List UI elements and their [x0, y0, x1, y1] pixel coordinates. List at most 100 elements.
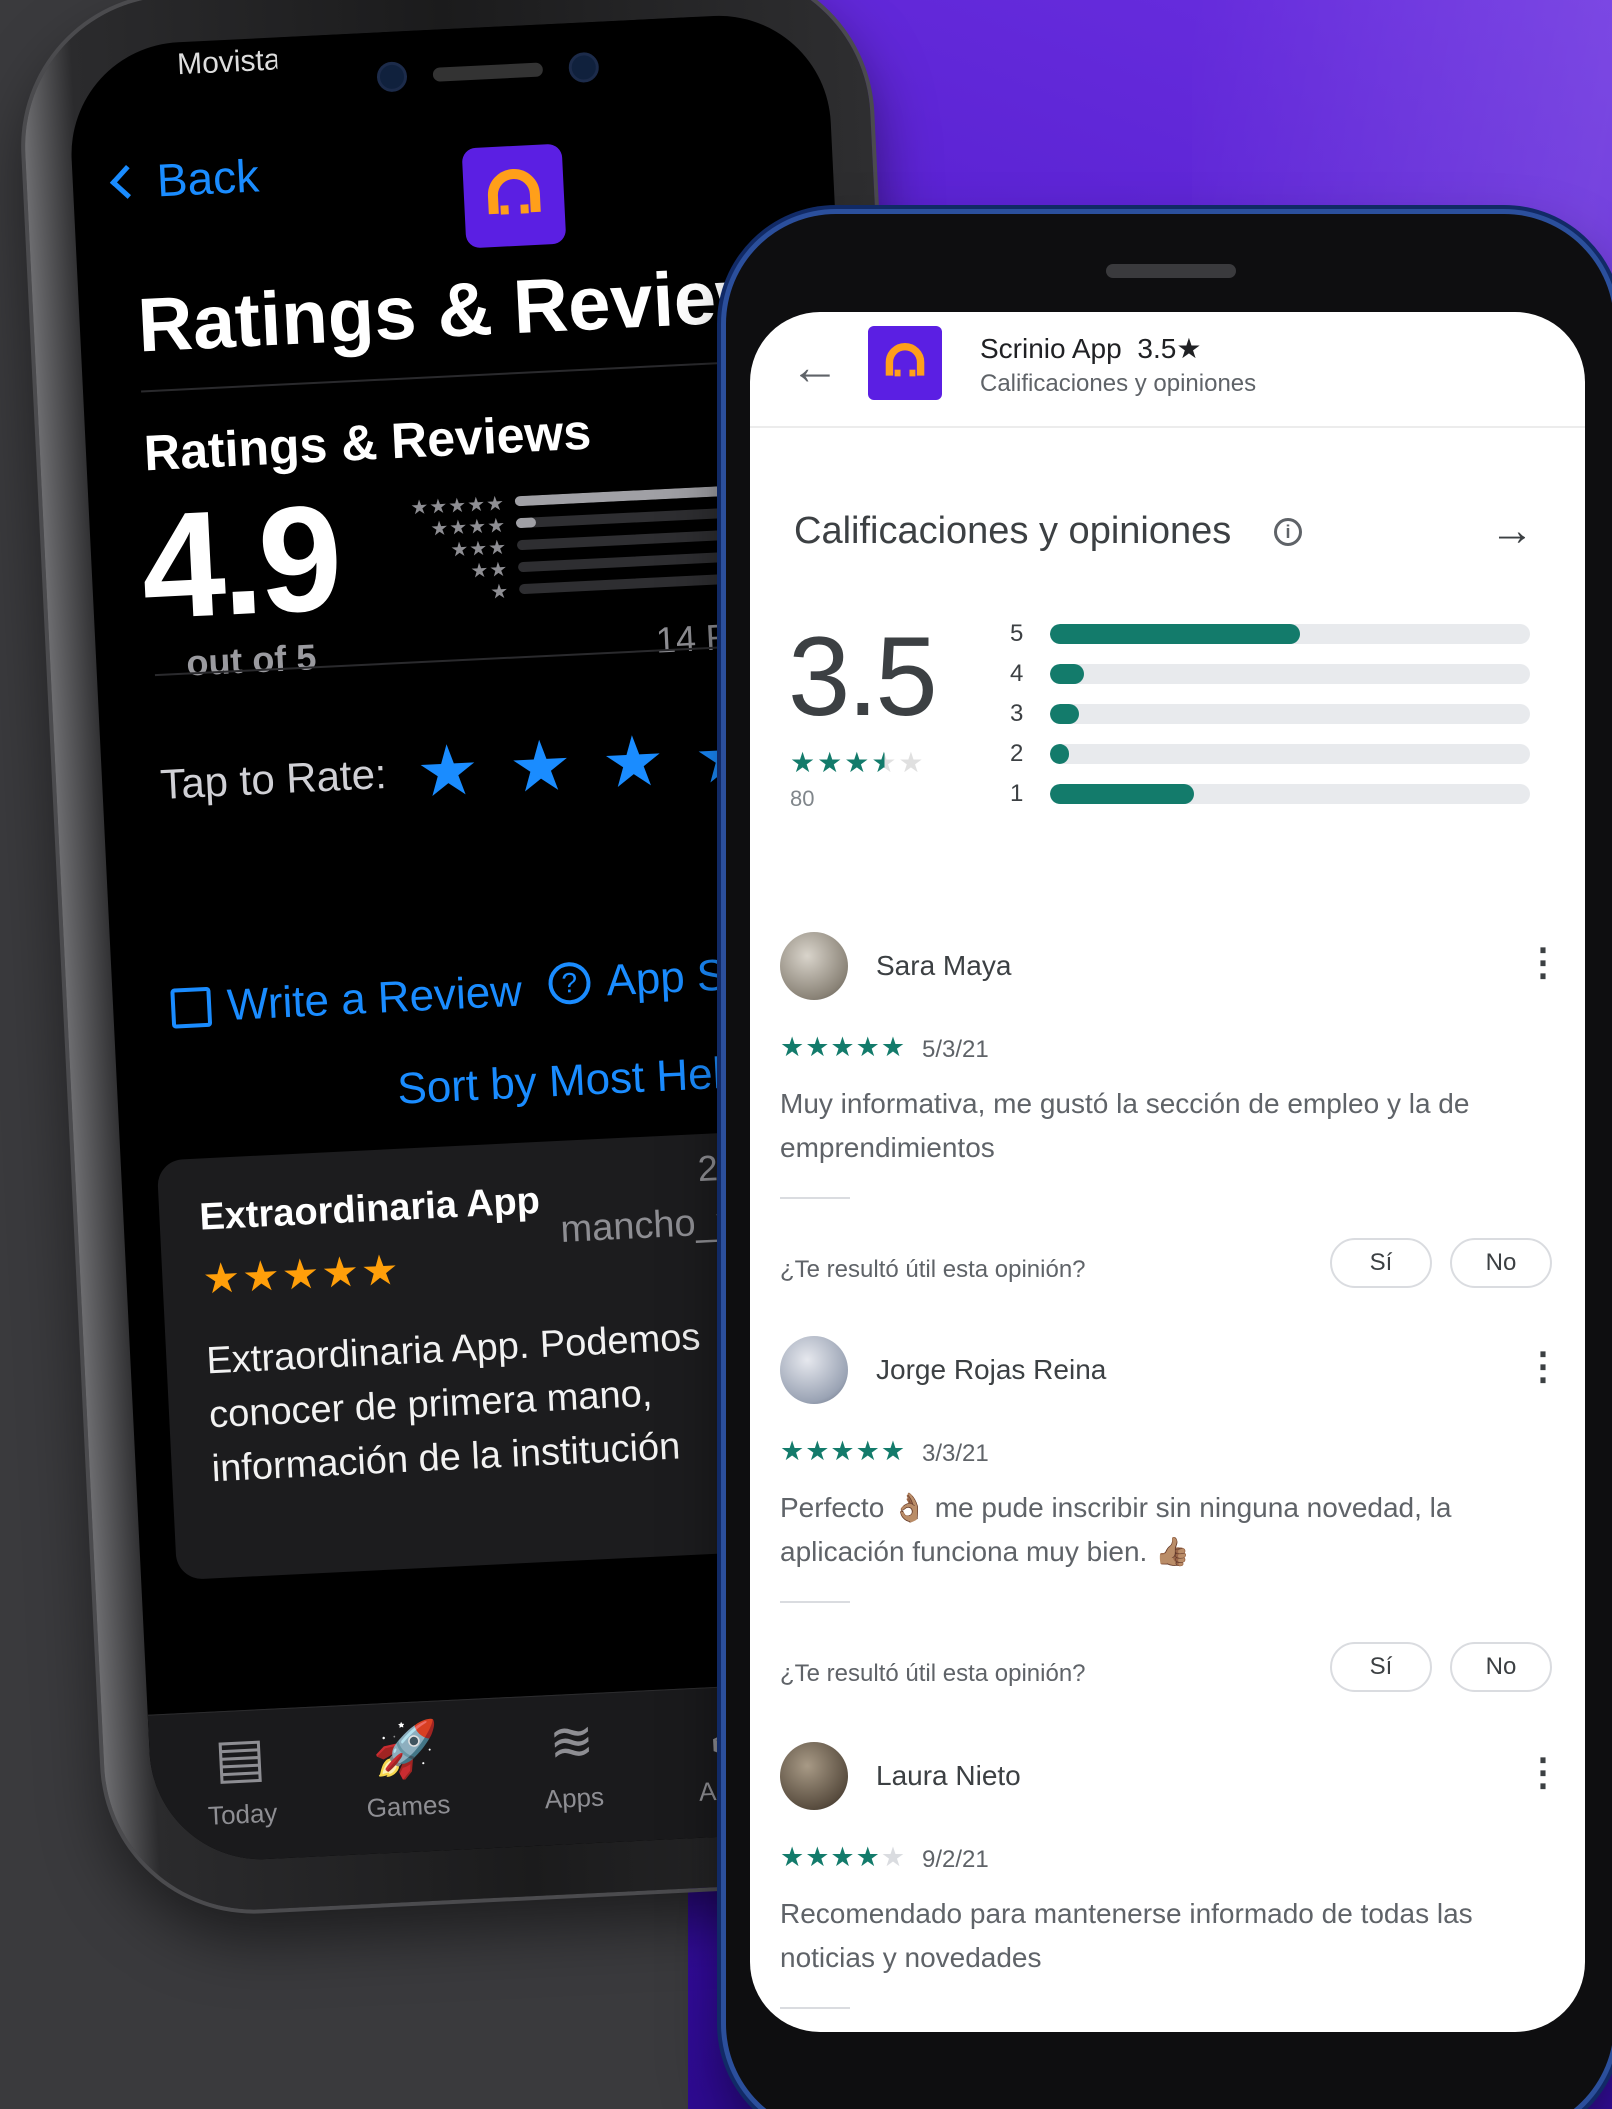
question-icon: ? [547, 961, 592, 1006]
divider [780, 1601, 850, 1603]
page-title: Ratings & Reviews [135, 250, 820, 369]
rate-star-3-icon[interactable]: ★ [600, 721, 667, 802]
review-date: 3/3/21 [922, 1440, 989, 1467]
chevron-left-icon [109, 164, 144, 199]
tab-today[interactable]: ▤ Today [179, 1726, 305, 1863]
rate-star-1-icon[interactable]: ★ [415, 730, 482, 811]
filled-stars: ★★★ [790, 747, 872, 778]
review-text: Perfecto 👌🏽 me pude inscribir sin ningun… [780, 1492, 1452, 1567]
review-stars: ★★★★★ [780, 1842, 906, 1873]
bar-label: 4 [1010, 660, 1024, 687]
star-rows: ★★★★★ ★★★★ ★★★ ★★ ★ [395, 493, 510, 608]
sensor-icon [568, 51, 600, 84]
review-body: Extraordinaria App. Podemos conocer de p… [205, 1316, 702, 1491]
helpful-question: ¿Te resultó útil esta opinión? [780, 1660, 1086, 1687]
notch [275, 16, 700, 128]
bar-label: 3 [1010, 700, 1024, 727]
carrier-label: Movista [176, 43, 282, 82]
bar-fill [1050, 704, 1079, 724]
bar-fill [1050, 624, 1300, 644]
tab-label: Apps [543, 1781, 605, 1815]
divider [780, 1197, 850, 1199]
bar-track [1050, 744, 1530, 764]
average-rating: 4.9 [137, 473, 343, 651]
average-stars: ★★★★★ [790, 746, 926, 779]
earpiece-speaker [432, 62, 544, 82]
today-icon: ▤ [213, 1727, 267, 1790]
more-vert-icon[interactable]: ⋮ [1524, 1754, 1562, 1792]
tap-to-rate-label: Tap to Rate: [159, 749, 388, 808]
app-name: Scrinio App [980, 333, 1122, 364]
apps-stack-icon: ≋ [547, 1710, 596, 1774]
review-date: 5/3/21 [922, 1036, 989, 1063]
more-vert-icon[interactable]: ⋮ [1524, 944, 1562, 982]
avatar [780, 1742, 848, 1810]
bar-track [1050, 624, 1530, 644]
bar-label: 1 [1010, 780, 1024, 807]
bar-label: 5 [1010, 620, 1024, 647]
bar-row: 5 [1010, 614, 1530, 654]
compose-icon [170, 986, 213, 1029]
scrinio-logo-icon [885, 343, 925, 377]
scrinio-logo-icon [487, 169, 541, 215]
bar-label: 2 [1010, 740, 1024, 767]
bar-fill [1050, 664, 1084, 684]
review-stars: ★★★★★ [780, 1032, 906, 1063]
rating-count: 80 [790, 786, 815, 811]
header-rating: 3.5★ [1137, 333, 1202, 364]
bar-row: 2 [1010, 734, 1530, 774]
helpful-yes-button[interactable]: Sí [1330, 1238, 1432, 1288]
tab-apps[interactable]: ≋ Apps [510, 1710, 636, 1847]
review-item: Sara Maya ⋮ ★★★★★ 5/3/21 Muy informativa… [750, 932, 1585, 1332]
tab-games[interactable]: 🚀 Games [344, 1718, 470, 1855]
review-item: Jorge Rojas Reina ⋮ ★★★★★ 3/3/21 Perfect… [750, 1336, 1585, 1736]
top-app-bar: ← Scrinio App 3.5★ Calificaciones y opin… [750, 312, 1585, 428]
bar-fill [1050, 784, 1194, 804]
empty-star: ★ [898, 747, 926, 778]
write-review-label: Write a Review [225, 966, 524, 1030]
out-of-label: out of 5 [185, 636, 318, 684]
helpful-no-button[interactable]: No [1450, 1238, 1552, 1288]
filled-stars: ★★★★★ [780, 1032, 907, 1062]
helpful-no-button[interactable]: No [1450, 1642, 1552, 1692]
tab-label: Today [207, 1797, 279, 1831]
write-review-button[interactable]: Write a Review [170, 967, 523, 1034]
filled-stars: ★★★★★ [780, 1436, 907, 1466]
review-date: 9/2/21 [922, 1846, 989, 1873]
reviewer-name: Jorge Rojas Reina [876, 1354, 1107, 1385]
back-arrow-icon[interactable]: ← [790, 342, 840, 392]
review-item: Laura Nieto ⋮ ★★★★★ 9/2/21 Recomendado p… [750, 1742, 1585, 2032]
sort-button[interactable]: Sort by Most Helpf [396, 1047, 760, 1115]
tab-label: Games [365, 1789, 452, 1824]
app-title: Scrinio App 3.5★ [980, 332, 1201, 365]
average-rating: 3.5 [788, 614, 938, 739]
info-icon[interactable]: i [1274, 518, 1302, 546]
reviewer-name: Sara Maya [876, 950, 1012, 981]
rating-distribution: 5 4 3 2 1 [1010, 614, 1530, 814]
app-icon [461, 143, 567, 249]
android-device: ← Scrinio App 3.5★ Calificaciones y opin… [726, 214, 1612, 2109]
back-button[interactable]: Back [109, 148, 261, 209]
bar-row: 3 [1010, 694, 1530, 734]
more-vert-icon[interactable]: ⋮ [1524, 1348, 1562, 1386]
bar-row: 1 [1010, 774, 1530, 814]
section-title: Calificaciones y opiniones [794, 510, 1232, 552]
rate-star-2-icon[interactable]: ★ [507, 726, 574, 807]
review-stars: ★★★★★ [780, 1436, 906, 1467]
bar-track [1050, 704, 1530, 724]
arrow-right-icon[interactable]: → [1490, 506, 1534, 556]
star-row-1: ★ [489, 580, 510, 604]
helpful-yes-button[interactable]: Sí [1330, 1642, 1432, 1692]
half-star-icon: ★ [871, 747, 899, 778]
bar-track [1050, 664, 1530, 684]
filled-stars: ★★★★ [780, 1842, 881, 1872]
bar-row: 4 [1010, 654, 1530, 694]
helpful-question: ¿Te resultó útil esta opinión? [780, 1256, 1086, 1283]
divider [780, 2007, 850, 2009]
bar-fill [1050, 744, 1070, 764]
avatar [780, 932, 848, 1000]
review-text: Recomendado para mantenerse informado de… [780, 1898, 1473, 1973]
rocket-icon: 🚀 [370, 1718, 441, 1782]
review-text: Muy informativa, me gustó la sección de … [780, 1088, 1470, 1163]
avatar [780, 1336, 848, 1404]
